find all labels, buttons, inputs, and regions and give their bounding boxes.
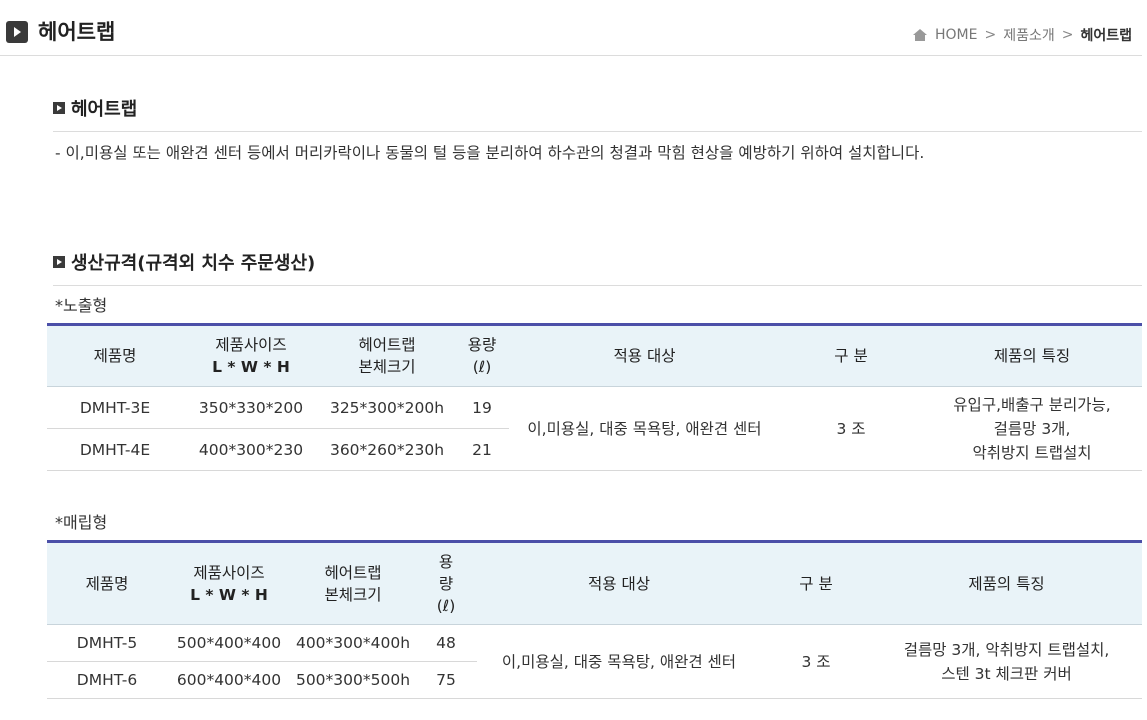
cell-capacity: 48 [415,624,477,662]
intro-heading: 헤어트랩 [71,99,138,120]
table-row: DMHT-5 500*400*400 400*300*400h 48 이,미용실… [47,624,1142,699]
bullet-arrow-icon [53,256,65,268]
page-header: 헤어트랩 HOME > 제품소개 > 헤어트랩 [0,0,1142,56]
breadcrumb-current: 헤어트랩 [1080,28,1132,44]
buried-spec-table: 제품명 제품사이즈 L * W * H 헤어트랩 본체크기 용 량 (ℓ) 적용 대상 … [47,540,1142,699]
cell-division: 3 조 [761,624,871,699]
chevron-right-icon: > [1061,27,1074,43]
cell-body-size: 325*300*200h [319,386,455,429]
cell-feature: 유입구,배출구 분리가능, 걸름망 3개, 악취방지 트랩설치 [922,386,1142,471]
buried-type-label: *매립형 [55,513,108,532]
header-division: 구 분 [780,324,922,387]
breadcrumb-home-link[interactable]: HOME [935,27,977,43]
breadcrumb: HOME > 제품소개 > 헤어트랩 [912,25,1132,45]
header-product-size: 제품사이즈 L * W * H [167,541,291,625]
header-feature: 제품의 특징 [871,541,1142,625]
cell-product-name: DMHT-3E [47,386,183,429]
cell-target: 이,미용실, 대중 목욕탕, 애완견 센터 [509,386,780,471]
cell-body-size: 400*300*400h [291,624,415,662]
header-target: 적용 대상 [477,541,761,625]
spec-section-header: 생산규격(규격외 치수 주문생산) [53,249,1142,286]
header-division: 구 분 [761,541,871,625]
cell-body-size: 360*260*230h [319,428,455,471]
page-title: 헤어트랩 [38,20,116,44]
header-capacity: 용량(ℓ) [455,324,509,387]
header-body-size: 헤어트랩 본체크기 [319,324,455,387]
header-body-size: 헤어트랩 본체크기 [291,541,415,625]
table-header-row: 제품명 제품사이즈L * W * H 헤어트랩본체크기 용량(ℓ) 적용 대상 … [47,324,1142,387]
cell-capacity: 75 [415,661,477,699]
cell-target: 이,미용실, 대중 목욕탕, 애완견 센터 [477,624,761,699]
cell-product-name: DMHT-4E [47,428,183,471]
cell-feature: 걸름망 3개, 악취방지 트랩설치, 스텐 3t 체크판 커버 [871,624,1142,699]
header-product-name: 제품명 [47,541,167,625]
intro-description: - 이,미용실 또는 애완견 센터 등에서 머리카락이나 동물의 털 등을 분리… [55,144,925,162]
intro-section-header: 헤어트랩 [53,95,1142,132]
exposed-type-label: *노출형 [55,296,108,315]
breadcrumb-category-link[interactable]: 제품소개 [1003,25,1055,45]
exposed-spec-table: 제품명 제품사이즈 L * W * H 헤어트랩 본체크기 용량 (ℓ) 적용 대상 … [47,323,1142,471]
cell-capacity: 21 [455,428,509,471]
arrow-box-icon [6,21,28,43]
spec-heading: 생산규격(규격외 치수 주문생산) [71,253,316,274]
cell-product-size: 400*300*230 [183,428,319,471]
chevron-right-icon: > [984,27,997,43]
cell-body-size: 500*300*500h [291,661,415,699]
header-product-size: 제품사이즈 L * W * H [183,324,319,387]
cell-product-name: DMHT-6 [47,661,167,699]
cell-product-size: 600*400*400 [167,661,291,699]
cell-capacity: 19 [455,386,509,429]
header-capacity: 용량(ℓ) [415,541,477,625]
header-product-name: 제품명 [47,324,183,387]
header-target: 적용 대상 [509,324,780,387]
bullet-arrow-icon [53,102,65,114]
home-icon [912,28,928,42]
cell-product-name: DMHT-5 [47,624,167,662]
cell-division: 3 조 [780,386,922,471]
cell-product-size: 500*400*400 [167,624,291,662]
header-feature: 제품의 특징 [922,324,1142,387]
table-row: DMHT-3E 350*330*200 325*300*200h 19 이,미용… [47,386,1142,471]
table-header-row: 제품명 제품사이즈L * W * H 헤어트랩본체크기 용량(ℓ) 적용 대상 … [47,541,1142,625]
cell-product-size: 350*330*200 [183,386,319,429]
